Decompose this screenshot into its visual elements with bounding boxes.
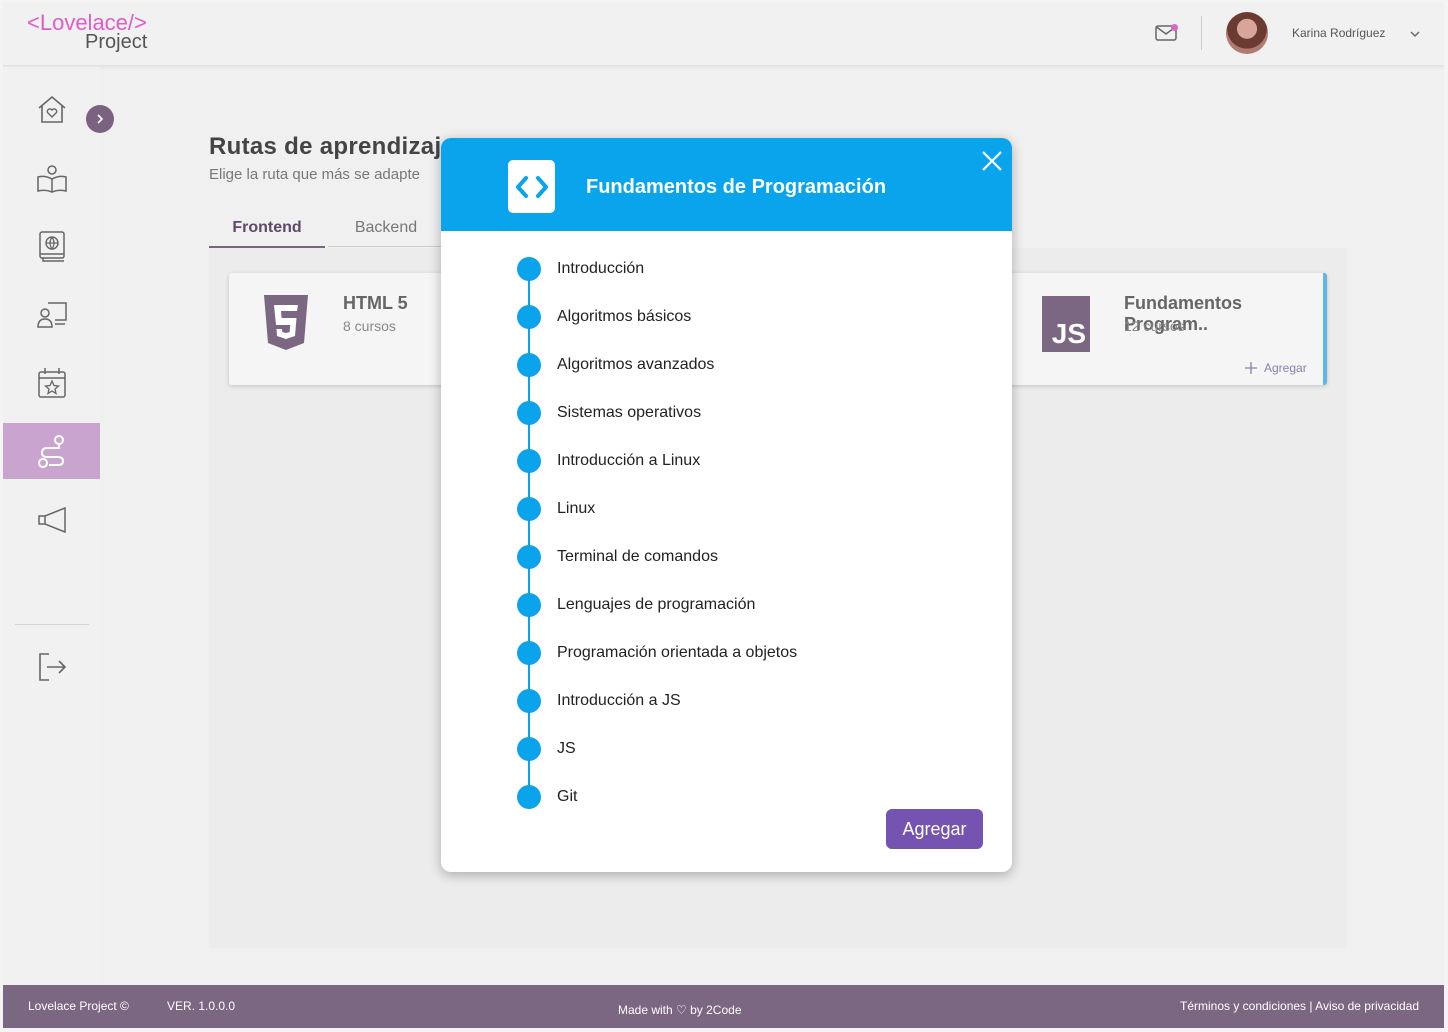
timeline-dot: [517, 401, 541, 425]
open-book-user-icon: [36, 165, 67, 193]
sidebar-item-courses[interactable]: [3, 151, 100, 207]
timeline-step-label: Algoritmos avanzados: [557, 356, 715, 373]
js-icon: JS: [1042, 296, 1090, 352]
timeline-step: Terminal de comandos: [517, 545, 937, 569]
card-title: HTML 5: [343, 293, 408, 313]
timeline-step-label: JS: [557, 740, 576, 757]
route-detail-modal: Fundamentos de Programación Introducción…: [441, 138, 1012, 872]
sidebar-item-mentors[interactable]: [3, 287, 100, 343]
timeline-dot: [517, 737, 541, 761]
timeline-step-label: Terminal de comandos: [557, 548, 718, 565]
add-route-button[interactable]: Agregar: [886, 809, 983, 849]
timeline-step-label: Introducción a Linux: [557, 452, 701, 469]
globe-book-icon: [38, 231, 65, 262]
card-subtitle: 8 cursos: [343, 318, 396, 334]
timeline-step: Introducción a JS: [517, 689, 937, 713]
timeline-dot: [517, 353, 541, 377]
timeline-step-label: Programación orientada a objetos: [557, 644, 798, 661]
timeline-step: JS: [517, 737, 937, 761]
timeline-dot: [517, 689, 541, 713]
timeline-dot: [517, 497, 541, 521]
logo-text-line2: Project: [85, 31, 148, 53]
sidebar-item-logout[interactable]: [3, 639, 100, 695]
timeline-dot: [517, 593, 541, 617]
calendar-star-icon: [37, 368, 66, 398]
modal-title: Fundamentos de Programación: [586, 176, 887, 198]
timeline-dot: [517, 641, 541, 665]
timeline-step-label: Introducción a JS: [557, 692, 681, 709]
timeline-step: Sistemas operativos: [517, 401, 937, 425]
sidebar-divider: [15, 624, 89, 625]
page-subtitle: Elige la ruta que más se adapte: [209, 166, 420, 183]
megaphone-icon: [37, 506, 66, 534]
sidebar-item-events[interactable]: [3, 355, 100, 411]
logout-icon: [38, 653, 66, 681]
timeline-step: Linux: [517, 497, 937, 521]
card-add-label: Agregar: [1264, 361, 1307, 375]
timeline-step-label: Linux: [557, 500, 596, 517]
timeline-step: Git: [517, 785, 937, 809]
timeline-step: Programación orientada a objetos: [517, 641, 937, 665]
timeline-dot: [517, 785, 541, 809]
sidebar: [3, 67, 100, 985]
page-title: Rutas de aprendizaje: [209, 133, 456, 160]
code-icon: [515, 175, 548, 198]
modal-header: Fundamentos de Programación: [441, 138, 1012, 231]
tab-backend[interactable]: Backend: [328, 219, 444, 247]
footer: Lovelace Project © VER. 1.0.0.0 Made wit…: [3, 985, 1444, 1028]
card-subtitle: 12 cursos: [1124, 318, 1185, 334]
sidebar-item-home[interactable]: [3, 82, 100, 138]
timeline-line: [528, 269, 530, 797]
user-name[interactable]: Karina Rodríguez: [1292, 26, 1385, 40]
close-icon[interactable]: [979, 148, 1005, 174]
sidebar-item-catalog[interactable]: [3, 218, 100, 274]
sidebar-expand-button[interactable]: [86, 105, 114, 133]
notification-dot: [1171, 24, 1178, 31]
timeline-step: Introducción a Linux: [517, 449, 937, 473]
route-icon: [37, 435, 64, 468]
timeline-dot: [517, 449, 541, 473]
timeline-step-label: Algoritmos básicos: [557, 308, 692, 325]
plus-icon: [1245, 362, 1257, 374]
sidebar-item-announcements[interactable]: [3, 492, 100, 548]
timeline-dot: [517, 545, 541, 569]
timeline-step-label: Lenguajes de programación: [557, 596, 756, 613]
modal-icon-box: [508, 160, 555, 213]
app-logo[interactable]: <Lovelace/> Project: [27, 12, 148, 53]
timeline-step: Introducción: [517, 257, 937, 281]
timeline-step: Algoritmos básicos: [517, 305, 937, 329]
sidebar-item-routes[interactable]: [3, 423, 100, 479]
header-divider: [1201, 16, 1202, 50]
timeline-dot: [517, 305, 541, 329]
teacher-board-icon: [36, 302, 67, 328]
card-add-button[interactable]: Agregar: [1244, 361, 1307, 375]
timeline-dot: [517, 257, 541, 281]
html5-icon: [264, 295, 308, 350]
user-avatar[interactable]: [1226, 12, 1268, 54]
timeline-step-label: Sistemas operativos: [557, 404, 702, 421]
top-header: <Lovelace/> Project Karina Rodríguez: [3, 2, 1444, 66]
app-frame: <Lovelace/> Project Karina Rodríguez Rut…: [3, 2, 1444, 1028]
footer-legal-links[interactable]: Términos y condiciones | Aviso de privac…: [1180, 999, 1419, 1013]
timeline-step: Lenguajes de programación: [517, 593, 937, 617]
timeline-step: Algoritmos avanzados: [517, 353, 937, 377]
home-heart-icon: [37, 95, 66, 123]
timeline-step-label: Git: [557, 788, 578, 805]
footer-made-with: Made with ♡ by 2Code: [618, 1003, 742, 1017]
timeline-step-label: Introducción: [557, 260, 645, 277]
footer-version: VER. 1.0.0.0: [167, 999, 236, 1013]
tab-frontend[interactable]: Frontend: [209, 219, 325, 248]
chevron-right-icon: [97, 114, 104, 124]
route-card-fundamentos[interactable]: JS Fundamentos Program.. 12 cursos Agreg…: [963, 273, 1327, 385]
chevron-down-icon[interactable]: [1409, 28, 1421, 40]
footer-copyright: Lovelace Project ©: [28, 999, 129, 1013]
